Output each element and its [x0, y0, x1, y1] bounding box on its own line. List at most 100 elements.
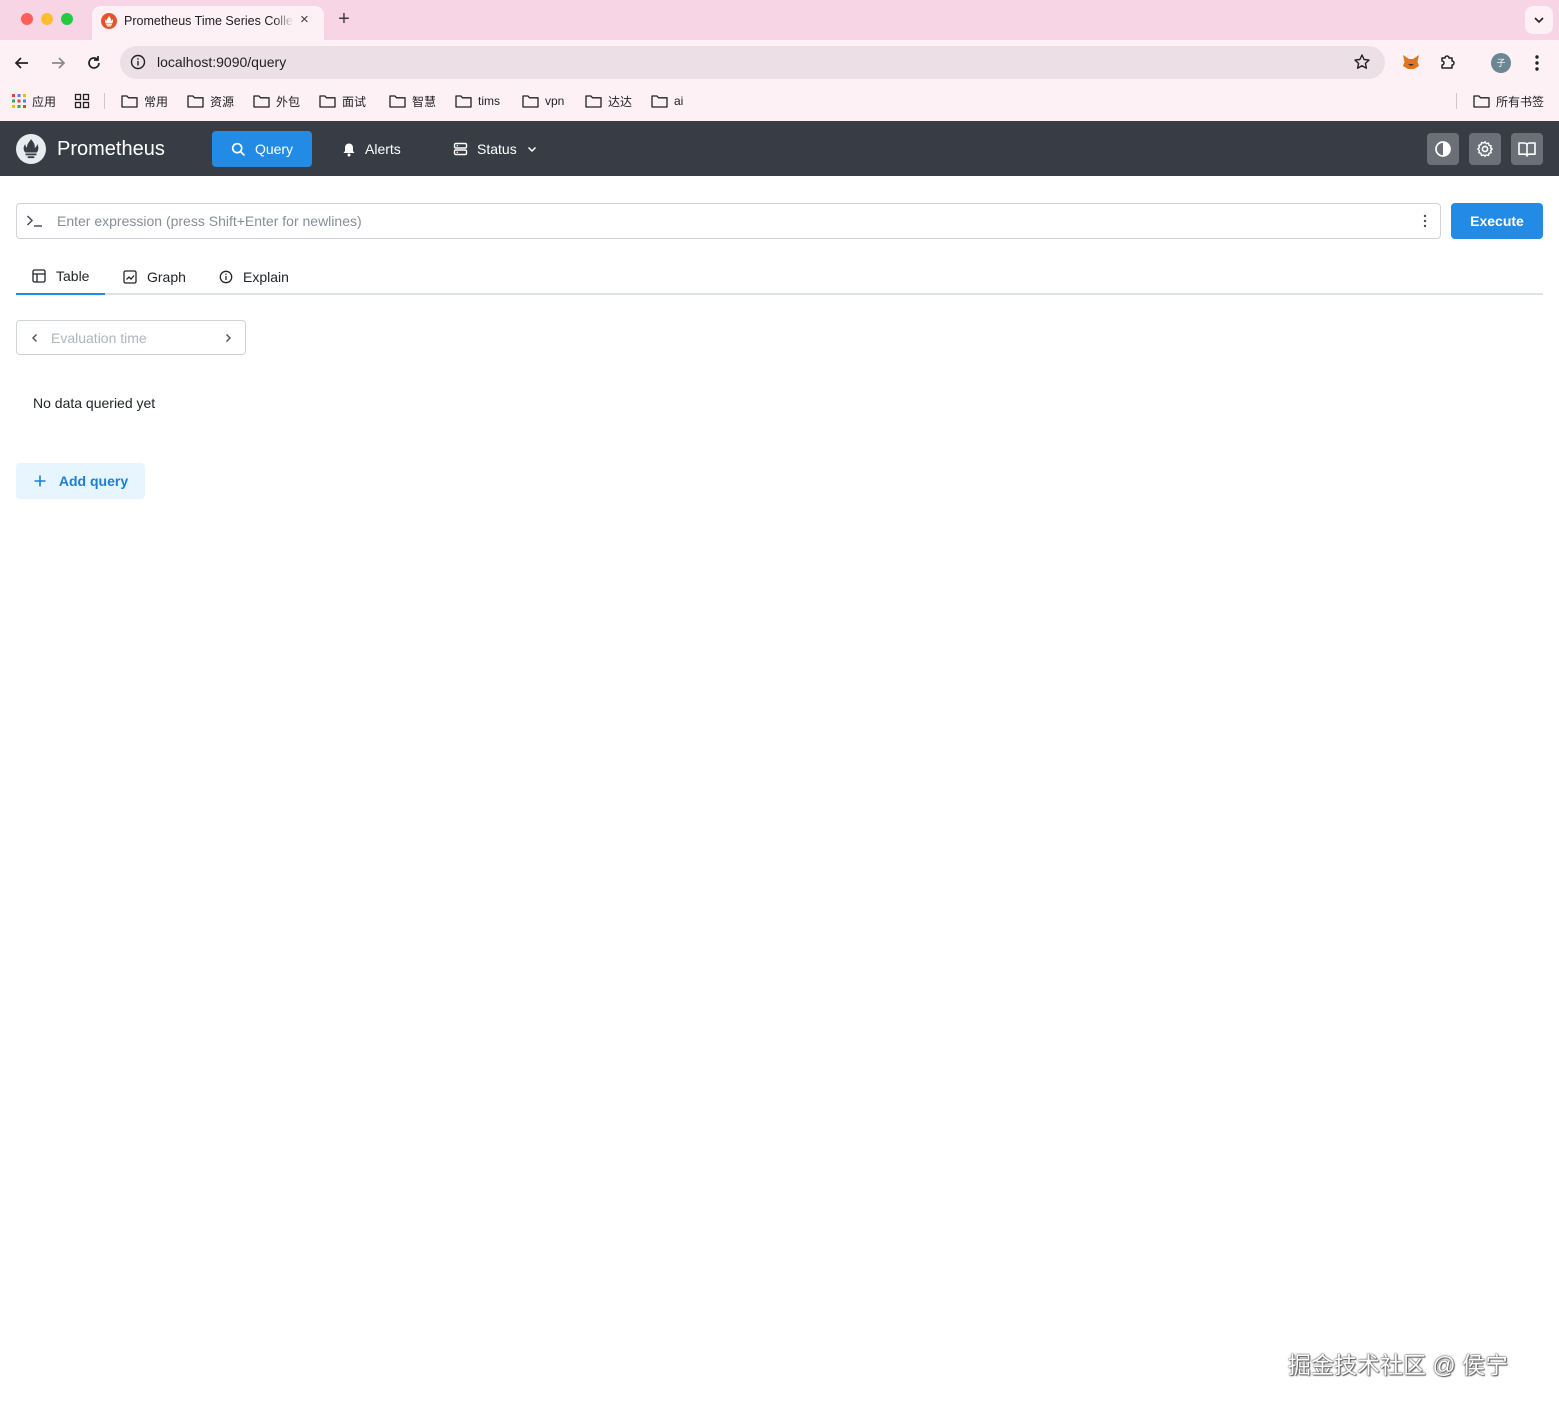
tab-close-icon[interactable]: ×: [300, 12, 309, 28]
tab-search-button[interactable]: [1525, 6, 1553, 34]
bell-icon: [343, 143, 355, 156]
evaluation-time-picker: [16, 320, 246, 355]
bookmark-apps[interactable]: 应用: [12, 91, 56, 111]
bookmarks-divider: [104, 93, 105, 109]
chevron-down-icon: [527, 146, 536, 153]
folder-icon: [585, 95, 602, 108]
chevron-down-icon: [1534, 17, 1544, 24]
folder-icon: [319, 95, 336, 108]
back-button[interactable]: [11, 52, 33, 74]
view-tabs: Table Graph Explain: [16, 258, 1543, 295]
profile-avatar[interactable]: 子: [1491, 53, 1511, 73]
tab-explain[interactable]: Explain: [203, 258, 305, 295]
window-close-button[interactable]: [21, 13, 33, 25]
contrast-icon: [1435, 141, 1451, 157]
arrow-right-icon: [52, 57, 66, 69]
execute-button[interactable]: Execute: [1451, 203, 1543, 239]
bookmark-folder[interactable]: 外包: [253, 91, 300, 111]
prometheus-logo-icon[interactable]: [16, 134, 46, 164]
bookmark-star-icon[interactable]: [1353, 53, 1371, 71]
tab-table[interactable]: Table: [16, 258, 106, 295]
bookmarks-bar: 应用 常用 资源 外包 面试 智慧 tims vpn 达达 ai 所有书签: [0, 85, 1559, 121]
arrow-left-icon: [14, 57, 28, 69]
folder-icon: [253, 95, 270, 108]
browser-tab-prometheus[interactable]: Prometheus Time Series Collection and Pr…: [92, 6, 324, 40]
tab-graph-label: Graph: [147, 268, 186, 285]
folder-icon: [187, 95, 204, 108]
search-icon: [231, 142, 246, 156]
extensions-puzzle-icon[interactable]: [1437, 51, 1459, 73]
tab-groups-icon: [74, 93, 90, 109]
table-icon: [32, 268, 46, 283]
folder-icon: [1473, 95, 1490, 108]
all-bookmarks-button[interactable]: 所有书签: [1473, 91, 1544, 111]
gear-icon: [1477, 141, 1493, 157]
bookmark-tab-groups[interactable]: [74, 91, 90, 111]
nav-alerts-button[interactable]: Alerts: [342, 131, 401, 167]
bookmark-label: 常用: [144, 94, 169, 109]
bookmark-folder[interactable]: 达达: [585, 91, 632, 111]
forward-button[interactable]: [47, 52, 69, 74]
tab-title: Prometheus Time Series Collection and Pr…: [124, 14, 294, 28]
documentation-button[interactable]: [1511, 133, 1543, 165]
bookmark-folder[interactable]: ai: [651, 91, 683, 111]
all-bookmarks-label: 所有书签: [1496, 94, 1545, 109]
site-info-icon[interactable]: [129, 53, 147, 71]
prometheus-favicon-icon: [101, 13, 117, 29]
browser-menu-dots-icon[interactable]: [1529, 52, 1545, 74]
bookmark-folder[interactable]: 常用: [121, 91, 168, 111]
bookmark-folder[interactable]: 面试: [319, 91, 366, 111]
address-bar[interactable]: localhost:9090/query: [120, 46, 1385, 79]
add-query-button[interactable]: Add query: [16, 463, 145, 499]
bookmark-label: ai: [674, 94, 684, 108]
bookmark-folder[interactable]: 智慧: [389, 91, 436, 111]
metamask-fox-icon[interactable]: [1400, 51, 1422, 73]
new-tab-button[interactable]: +: [334, 9, 354, 29]
browser-tabstrip: Prometheus Time Series Collection and Pr…: [0, 0, 1559, 40]
nav-query-button[interactable]: Query: [212, 131, 312, 167]
chevron-left-icon[interactable]: [28, 331, 42, 345]
tab-explain-label: Explain: [243, 268, 289, 285]
expression-menu-dots-icon[interactable]: [1422, 214, 1428, 228]
info-icon: [219, 270, 233, 283]
book-icon: [1518, 142, 1536, 157]
bookmark-folder[interactable]: vpn: [522, 91, 564, 111]
settings-button[interactable]: [1469, 133, 1501, 165]
nav-status-dropdown[interactable]: Status: [453, 131, 538, 167]
plus-icon: [34, 475, 46, 487]
folder-icon: [455, 95, 472, 108]
browser-toolbar: localhost:9090/query 子: [0, 40, 1559, 85]
theme-toggle-button[interactable]: [1427, 133, 1459, 165]
bookmark-folder[interactable]: tims: [455, 91, 500, 111]
folder-icon: [389, 95, 406, 108]
add-query-label: Add query: [58, 473, 129, 489]
bookmark-label: 外包: [276, 94, 301, 109]
window-minimize-button[interactable]: [41, 13, 53, 25]
terminal-prompt-icon: [26, 213, 44, 229]
tab-graph[interactable]: Graph: [107, 258, 202, 295]
bookmark-label: 智慧: [412, 94, 437, 109]
reload-button[interactable]: [83, 52, 105, 74]
url-text[interactable]: localhost:9090/query: [157, 54, 286, 71]
bookmarks-divider: [1456, 93, 1457, 109]
app-navbar: Prometheus Query Alerts Status: [0, 121, 1559, 176]
expression-input-box[interactable]: [16, 203, 1441, 239]
window-maximize-button[interactable]: [61, 13, 73, 25]
tab-table-label: Table: [56, 267, 90, 284]
nav-query-label: Query: [254, 141, 294, 157]
expression-input[interactable]: [57, 205, 1397, 237]
bookmark-label: vpn: [545, 94, 565, 108]
reload-icon: [88, 56, 100, 69]
nav-status-label: Status: [477, 141, 517, 157]
watermark: 掘金技术社区 @ 侯宁: [1288, 1352, 1509, 1378]
bookmark-label: tims: [478, 94, 500, 108]
evaluation-time-input[interactable]: [51, 323, 211, 352]
bookmark-label: 达达: [608, 94, 633, 109]
bookmark-label: 资源: [210, 94, 235, 109]
nav-alerts-label: Alerts: [365, 141, 401, 157]
brand-name[interactable]: Prometheus: [57, 138, 165, 160]
bookmark-folder[interactable]: 资源: [187, 91, 234, 111]
chevron-right-icon[interactable]: [221, 331, 235, 345]
bookmark-label: 面试: [342, 94, 367, 109]
apps-grid-icon: [12, 94, 26, 108]
